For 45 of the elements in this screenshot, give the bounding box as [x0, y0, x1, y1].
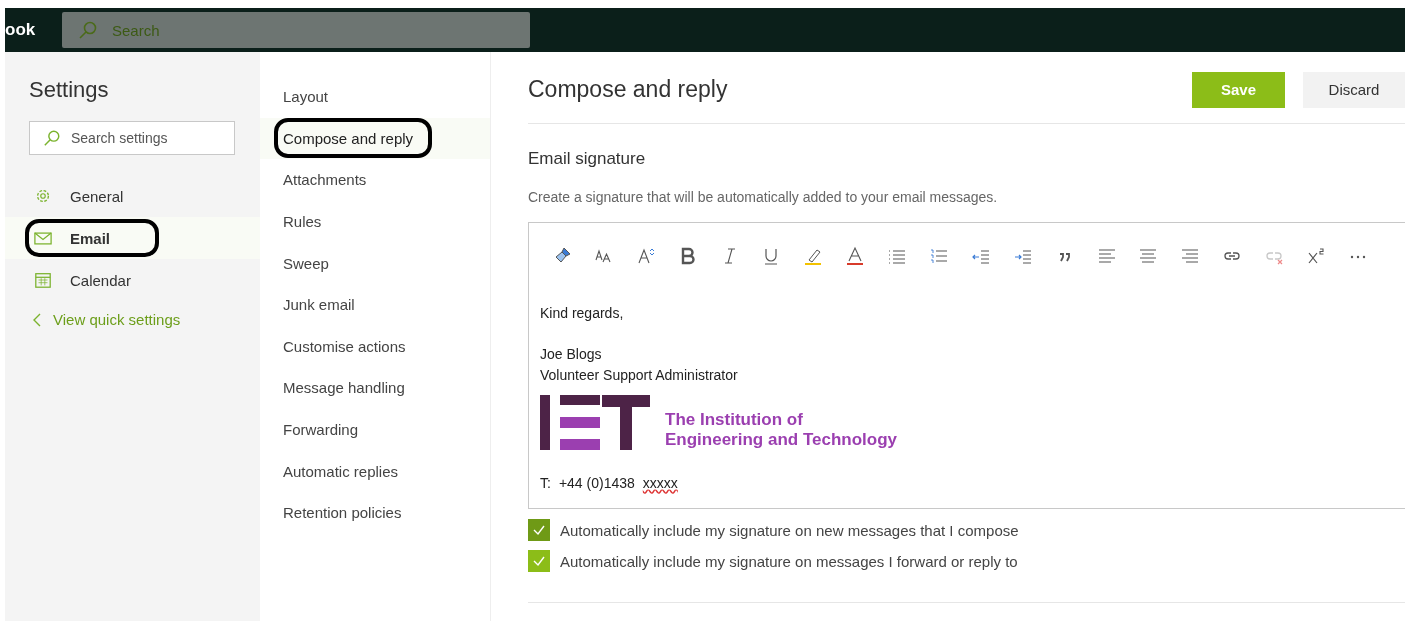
checkbox[interactable] [528, 519, 550, 541]
logo-text: The Institution of [665, 410, 804, 430]
checkbox-label: Automatically include my signature on messages I forward or reply to [560, 552, 1018, 570]
panel-title: Compose and reply [528, 76, 728, 103]
category-item[interactable]: General [5, 175, 260, 217]
subnav-item[interactable]: Message handling [260, 367, 490, 409]
subnav-item[interactable]: Retention policies [260, 491, 490, 534]
subnav-item[interactable]: Customise actions [260, 325, 490, 368]
phone-number-masked: xxxxx [642, 474, 678, 493]
description-text: Create a signature that will be automatically added to your email messages. [528, 189, 999, 205]
gear-icon [34, 187, 52, 205]
logo-icon [540, 395, 650, 450]
section-title: Email signature [528, 149, 647, 169]
subnav-item[interactable]: Layout [260, 76, 490, 118]
subnav-item[interactable]: Automatic replies [260, 450, 490, 492]
superscript-icon[interactable] [1306, 246, 1327, 266]
check-icon [532, 523, 546, 537]
signature-text: Volunteer Support Administrator [540, 366, 739, 385]
subnav-item[interactable]: Sweep [260, 242, 490, 284]
envelope-icon [34, 231, 52, 245]
subnav-item[interactable]: Rules [260, 200, 490, 243]
subnav-item[interactable]: Attachments [260, 159, 490, 201]
calendar-icon [34, 271, 52, 289]
checkbox-label: Automatically include my signature on new messages that I compose [560, 521, 1019, 539]
search-field[interactable]: Search [62, 12, 530, 48]
app-name: ook [5, 20, 37, 40]
phone-label: T: [540, 474, 551, 493]
phone-number: +44 (0)1438 [558, 474, 635, 493]
signature-text: Kind regards, [540, 304, 625, 323]
search-field[interactable]: Search settings [29, 121, 235, 155]
fontcolor-icon[interactable] [845, 246, 866, 266]
subnav-item[interactable]: Junk email [260, 283, 490, 326]
check-icon [532, 554, 546, 568]
signature-text: Joe Blogs [540, 345, 603, 364]
subnav-item[interactable]: Forwarding [260, 408, 490, 451]
logo-text: Engineering and Technology [665, 430, 898, 450]
chevron-left-icon [33, 312, 41, 327]
discard-button[interactable]: Discard [1303, 71, 1405, 108]
checkbox[interactable] [528, 550, 550, 572]
settings-title: Settings [29, 77, 110, 103]
subnav-item[interactable]: Compose and reply [260, 117, 490, 160]
category-item[interactable]: Calendar [5, 259, 260, 301]
category-item[interactable]: Email [5, 217, 260, 259]
signature-editor[interactable]: Kind regards, Joe Blogs Volunteer Support Administrator The Institution of Engineering and Technology T: +44 (0)1438 xxxxx [528, 222, 1405, 509]
grow-icon[interactable] [635, 246, 656, 266]
